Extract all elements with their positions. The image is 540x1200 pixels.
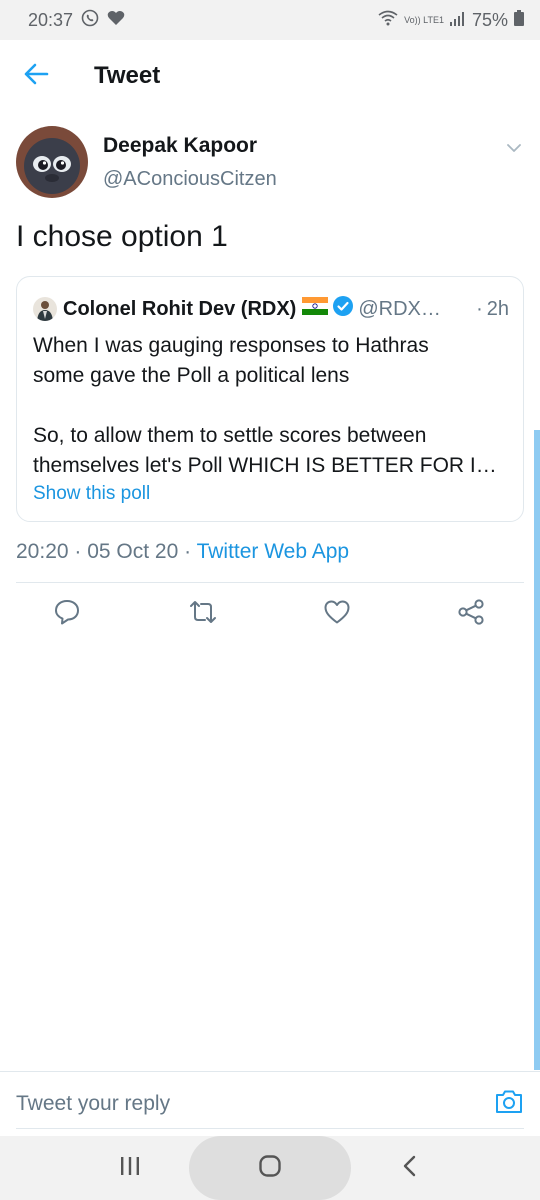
avatar[interactable] [16, 126, 88, 198]
call-icon [81, 9, 99, 32]
signal-icon [449, 10, 466, 31]
share-button[interactable] [455, 598, 487, 630]
camera-button[interactable] [494, 1088, 524, 1118]
camera-icon [494, 1087, 524, 1120]
back-nav-button[interactable] [384, 1136, 436, 1200]
quoted-tweet-header: Colonel Rohit Dev (RDX) @RDX… · 2h [33, 295, 509, 323]
reply-divider [16, 1128, 524, 1129]
page-title: Tweet [94, 62, 161, 89]
share-icon [457, 598, 485, 631]
quoted-separator: · [476, 297, 483, 320]
status-left: 20:37 [28, 9, 125, 32]
scrollbar[interactable] [534, 430, 540, 1070]
quoted-line: themselves let's Poll WHICH IS BETTER FO… [33, 454, 497, 477]
more-options-button[interactable] [502, 136, 526, 160]
back-button[interactable] [0, 40, 72, 112]
quoted-line: So, to allow them to settle scores betwe… [33, 424, 427, 447]
verified-badge-icon [332, 295, 354, 323]
retweet-button[interactable] [187, 598, 219, 630]
arrow-left-icon [23, 63, 49, 90]
author-name[interactable]: Deepak Kapoor [103, 134, 257, 158]
like-button[interactable] [321, 598, 353, 630]
tweet-actions [0, 598, 540, 634]
status-right: Vo)) LTE1 75% [378, 9, 524, 31]
reply-input[interactable]: Tweet your reply [16, 1092, 170, 1116]
system-nav-bar [0, 1136, 540, 1200]
show-poll-link[interactable]: Show this poll [33, 483, 150, 505]
tweet-source-link[interactable]: Twitter Web App [197, 540, 350, 563]
reply-button[interactable] [51, 598, 83, 630]
battery-icon [514, 9, 524, 31]
reply-bar: Tweet your reply [0, 1071, 540, 1135]
india-flag-icon [302, 297, 329, 321]
quoted-avatar [33, 297, 57, 321]
quoted-line-blank [33, 391, 509, 421]
recent-apps-icon [119, 1155, 141, 1182]
quoted-line: When I was gauging responses to Hathras [33, 334, 429, 357]
app-header: Tweet [0, 40, 540, 112]
quoted-time: 2h [486, 297, 509, 320]
retweet-icon [188, 598, 218, 631]
tweet-text: I chose option 1 [16, 220, 228, 253]
quoted-author-handle: @RDX… [358, 297, 441, 320]
quoted-tweet-card[interactable]: Colonel Rohit Dev (RDX) @RDX… · 2h When … [16, 276, 524, 522]
reply-icon [53, 598, 81, 631]
quoted-line: some gave the Poll a political lens [33, 364, 350, 387]
status-time: 20:37 [28, 9, 74, 30]
home-button[interactable] [244, 1136, 296, 1200]
chevron-down-icon [502, 144, 526, 164]
battery-percent: 75% [471, 9, 508, 30]
home-icon [258, 1154, 282, 1183]
author-handle[interactable]: @AConciousCitzen [103, 168, 277, 191]
like-icon [323, 598, 351, 631]
divider [16, 582, 524, 583]
tweet-timestamp: 20:20 · 05 Oct 20 · [16, 540, 197, 563]
status-bar: 20:37 Vo)) LTE1 75% [0, 0, 540, 40]
recent-apps-button[interactable] [104, 1136, 156, 1200]
quoted-author-name: Colonel Rohit Dev (RDX) [63, 297, 297, 320]
quoted-tweet-text: When I was gauging responses to Hathras … [33, 331, 509, 481]
tweet-author: Deepak Kapoor @AConciousCitzen [16, 126, 526, 200]
heart-status-icon [107, 10, 125, 31]
network-label: Vo)) LTE1 [404, 14, 444, 25]
wifi-icon [378, 10, 398, 31]
tweet-meta: 20:20 · 05 Oct 20 · Twitter Web App [16, 540, 349, 564]
chevron-left-icon [399, 1155, 421, 1182]
